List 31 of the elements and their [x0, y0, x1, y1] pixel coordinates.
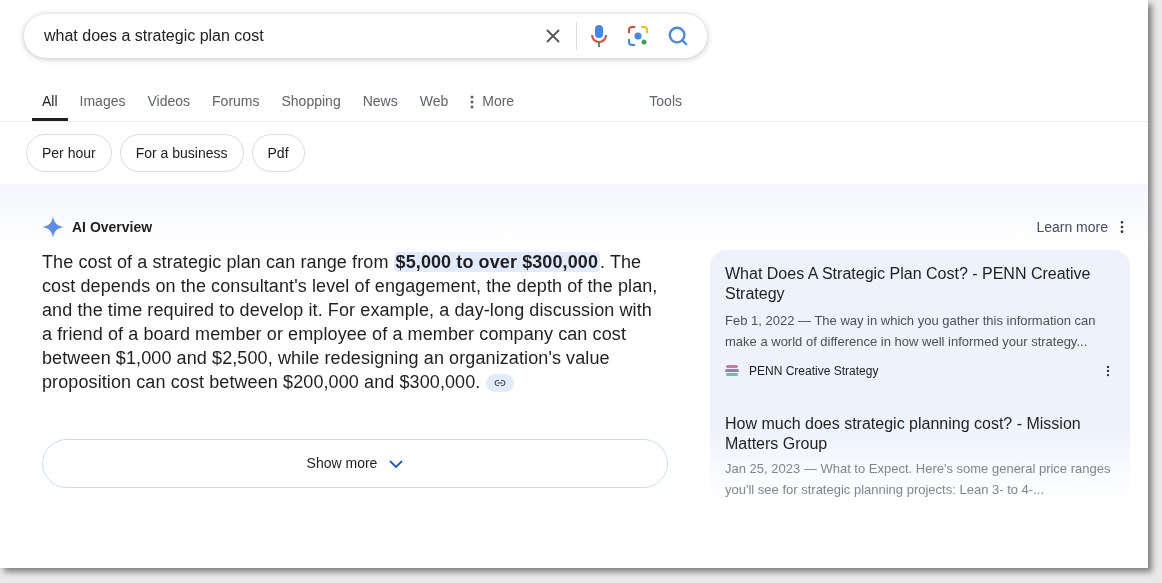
search-tab[interactable]: Images: [69, 85, 136, 121]
search-tab[interactable]: News: [352, 85, 408, 121]
search-icon[interactable]: [667, 25, 689, 47]
more-tab[interactable]: More: [460, 85, 525, 121]
site-name: PENN Creative Strategy: [749, 363, 879, 380]
search-tab[interactable]: Shopping: [271, 85, 351, 121]
chevron-down-icon: [389, 459, 404, 468]
filter-chip[interactable]: For a business: [119, 134, 244, 172]
search-field[interactable]: what does a strategic plan cost: [24, 14, 707, 58]
show-more-button[interactable]: Show more: [42, 439, 668, 488]
ai-overview-title: AI Overview: [72, 217, 153, 237]
tools-button[interactable]: Tools: [649, 85, 682, 121]
search-query: what does a strategic plan cost: [44, 26, 265, 46]
search-tab[interactable]: All: [32, 85, 68, 121]
microphone-icon[interactable]: [589, 24, 609, 48]
source-title[interactable]: What Does A Strategic Plan Cost? - PENN Creative Strategy: [725, 264, 1115, 304]
source-title[interactable]: How much does strategic planning cost? - Mission Matters Group: [725, 414, 1115, 454]
overview-paragraph: The cost of a strategic plan can range from $5,000 to over $300,000. The cost depends on the consultant's level of engagement, the depth of the plan, and the time required to develop it. For example, a day-long discussion with a friend of a board member or employee of a member company can cost between $1,000 and $2,500, while redesigning an organization's value proposition can cost between $200,000 and $300,000.: [42, 251, 659, 394]
source-snippet: Jan 25, 2023 — What to Expect. Here's some general price ranges you'll see for strategic planning projects: Lean 3- to 4-...: [725, 460, 1112, 499]
search-tab[interactable]: Web: [409, 85, 459, 121]
filter-chip[interactable]: Per hour: [26, 134, 112, 172]
search-tab[interactable]: Forums: [202, 85, 270, 121]
site-logo-icon: [725, 364, 739, 378]
link-chip[interactable]: [486, 374, 515, 393]
search-tab[interactable]: Videos: [137, 85, 201, 121]
learn-more-link[interactable]: Learn more: [1036, 216, 1108, 238]
more-icon: [470, 94, 475, 109]
sparkle-icon: [42, 216, 64, 238]
camera-icon[interactable]: [627, 25, 649, 47]
source-snippet: Feb 1, 2022 — The way in which you gather this information can make a world of difference in how well informed your strategy...: [725, 312, 1097, 351]
filter-chip[interactable]: Pdf: [251, 134, 305, 172]
